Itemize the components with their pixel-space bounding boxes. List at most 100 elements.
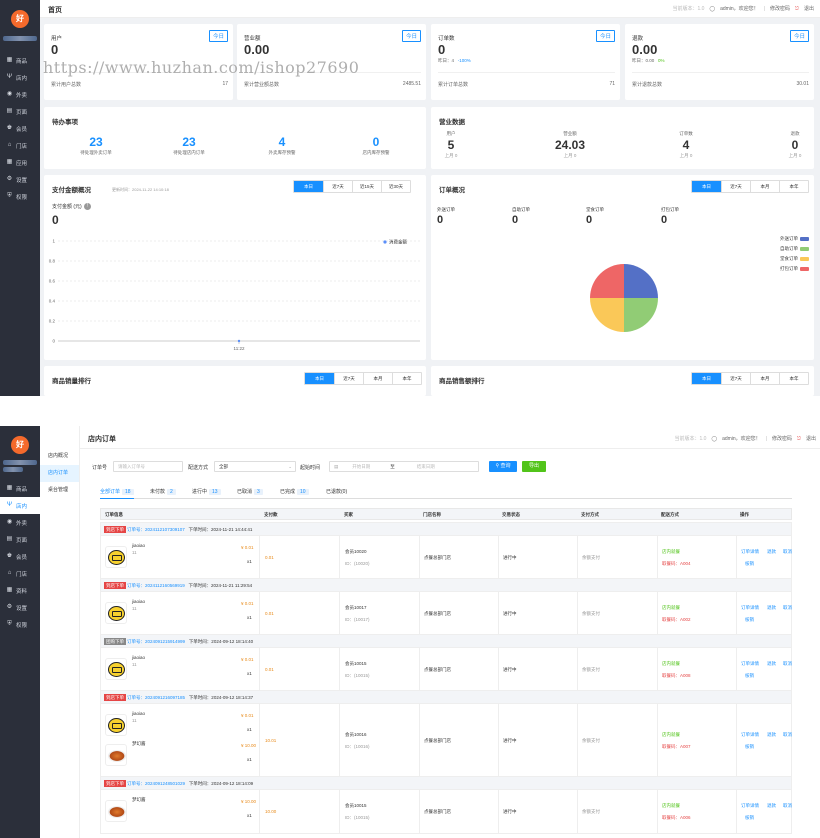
today-badge[interactable]: 今日 [208,30,228,42]
sidebar-item-grid[interactable]: ▦ 商品 [0,480,40,497]
sidebar-item-bag[interactable]: ◉ 外卖 [0,86,40,103]
sidebar-item-grid[interactable]: ▦ 商品 [0,52,40,69]
change-password-link[interactable]: 修改密码 [772,435,792,442]
order-number[interactable]: 订单号：2024091215914999 [127,639,185,644]
cancel-link[interactable]: 取消 [783,661,792,667]
tab-7days[interactable]: 近7天 [721,373,750,384]
order-no-input[interactable]: 请输入订单号 [113,461,183,472]
cancel-link[interactable]: 取消 [783,605,792,611]
verify-link[interactable]: 核销 [745,673,754,679]
tab-completed[interactable]: 已完成 10 [280,488,309,495]
refund-link[interactable]: 退款 [767,803,776,809]
tab-7days[interactable]: 近7天 [323,181,352,192]
sidebar-item-label: 设置 [16,605,28,612]
sidebar-item-gear[interactable]: ⚙ 设置 [0,171,40,188]
series-point[interactable] [237,339,241,343]
submenu-store-orders[interactable]: 店内订单 [40,465,79,482]
tab-cancelled[interactable]: 已取消 3 [237,488,263,495]
sidebar-item-apps[interactable]: ▦ 资料 [0,582,40,599]
today-badge[interactable]: 今日 [401,30,421,42]
sidebar-item-crown[interactable]: ♚ 会员 [0,120,40,137]
tab-today[interactable]: 本日 [294,181,323,192]
tab-unpaid[interactable]: 未付款 2 [150,488,176,495]
order-number[interactable]: 订单号：2024112160569919 [127,583,185,588]
order-number[interactable]: 订单号：2024091248501029 [127,781,185,786]
submenu-table-manage[interactable]: 桌台管理 [40,482,79,499]
pie-slice[interactable] [624,264,658,298]
todo-item[interactable]: 0 店内库存预警 [344,135,408,156]
refund-link[interactable]: 退款 [767,549,776,555]
verify-link[interactable]: 核销 [745,815,754,821]
sidebar-item-crown[interactable]: ♚ 会员 [0,548,40,565]
sidebar-item-store[interactable]: ⌂ 门店 [0,137,40,154]
tab-month[interactable]: 本月 [750,181,779,192]
refund-link[interactable]: 退款 [767,732,776,738]
metric-value: 0 [52,213,59,227]
sidebar-item-apps[interactable]: ▦ 应用 [0,154,40,171]
user-name[interactable]: admin，欢迎您！ [722,435,761,442]
today-badge[interactable]: 今日 [595,30,615,42]
order-detail-link[interactable]: 订单详情 [741,605,759,611]
legend-item[interactable]: 打包订单 [780,266,809,272]
cancel-link[interactable]: 取消 [783,549,792,555]
tab-7days[interactable]: 近7天 [334,373,363,384]
verify-link[interactable]: 核销 [745,617,754,623]
tab-all-orders[interactable]: 全部订单 18 [100,488,134,495]
todo-item[interactable]: 23 待处理外卖订单 [64,135,128,156]
export-button[interactable]: 导出 [522,461,546,472]
tab-year[interactable]: 本年 [392,373,421,384]
tab-in-progress[interactable]: 进行中 13 [192,488,221,495]
date-range-input[interactable]: ▤ 开始日期 至 结束日期 [329,461,479,472]
pie-slice[interactable] [624,298,658,332]
user-name[interactable]: admin，欢迎您！ [720,5,759,12]
info-icon[interactable]: ! [83,203,91,211]
cancel-link[interactable]: 取消 [783,803,792,809]
order-number[interactable]: 订单号：2024091216097185 [127,695,185,700]
delivery-select[interactable]: 全部 ⌄ [214,461,296,472]
tab-refunded[interactable]: 已退款(0) [326,488,347,495]
cancel-link[interactable]: 取消 [783,732,792,738]
tab-year[interactable]: 本年 [779,181,808,192]
todo-item[interactable]: 23 待处理店内订单 [157,135,221,156]
sidebar-item-page[interactable]: ▤ 页面 [0,103,40,120]
tab-month[interactable]: 本月 [750,373,779,384]
logout-link[interactable]: 退出 [804,5,814,12]
sidebar-item-fork[interactable]: Ψ 店内 [0,497,40,514]
tab-30days[interactable]: 近30天 [381,181,410,192]
order-detail-link[interactable]: 订单详情 [741,732,759,738]
pie-slice[interactable] [590,264,624,298]
tab-today[interactable]: 本日 [692,181,721,192]
change-password-link[interactable]: 修改密码 [770,5,790,12]
search-button[interactable]: ⚲ 查询 [489,461,517,472]
sidebar-item-store[interactable]: ⌂ 门店 [0,565,40,582]
submenu-store-overview[interactable]: 店内概况 [40,448,79,465]
tab-month[interactable]: 本月 [363,373,392,384]
verify-link[interactable]: 核销 [745,561,754,567]
verify-link[interactable]: 核销 [745,744,754,750]
tab-15days[interactable]: 近15天 [352,181,381,192]
tab-year[interactable]: 本年 [779,373,808,384]
sidebar-item-gear[interactable]: ⚙ 设置 [0,599,40,616]
pie-slice[interactable] [590,298,624,332]
today-badge[interactable]: 今日 [789,30,809,42]
sidebar-item-fork[interactable]: Ψ 店内 [0,69,40,86]
sidebar-item-page[interactable]: ▤ 页面 [0,531,40,548]
sidebar-item-shield[interactable]: ⛨ 权限 [0,616,40,633]
order-detail-link[interactable]: 订单详情 [741,549,759,555]
refund-link[interactable]: 退款 [767,661,776,667]
refund-link[interactable]: 退款 [767,605,776,611]
tab-today[interactable]: 本日 [305,373,334,384]
order-detail-link[interactable]: 订单详情 [741,661,759,667]
order-number[interactable]: 订单号：2024112107309107 [127,527,185,532]
legend-item[interactable]: 外送订单 [780,236,809,242]
legend-item[interactable]: 自助订单 [780,246,809,252]
sidebar-item-bag[interactable]: ◉ 外卖 [0,514,40,531]
logout-link[interactable]: 退出 [806,435,816,442]
sidebar-item-shield[interactable]: ⛨ 权限 [0,188,40,205]
order-detail-link[interactable]: 订单详情 [741,803,759,809]
legend-item[interactable]: 堂食订单 [780,256,809,262]
todo-item[interactable]: 4 外卖库存预警 [250,135,314,156]
tab-today[interactable]: 本日 [692,373,721,384]
tab-7days[interactable]: 近7天 [721,181,750,192]
legend-label[interactable]: 消费金额 [389,239,407,246]
